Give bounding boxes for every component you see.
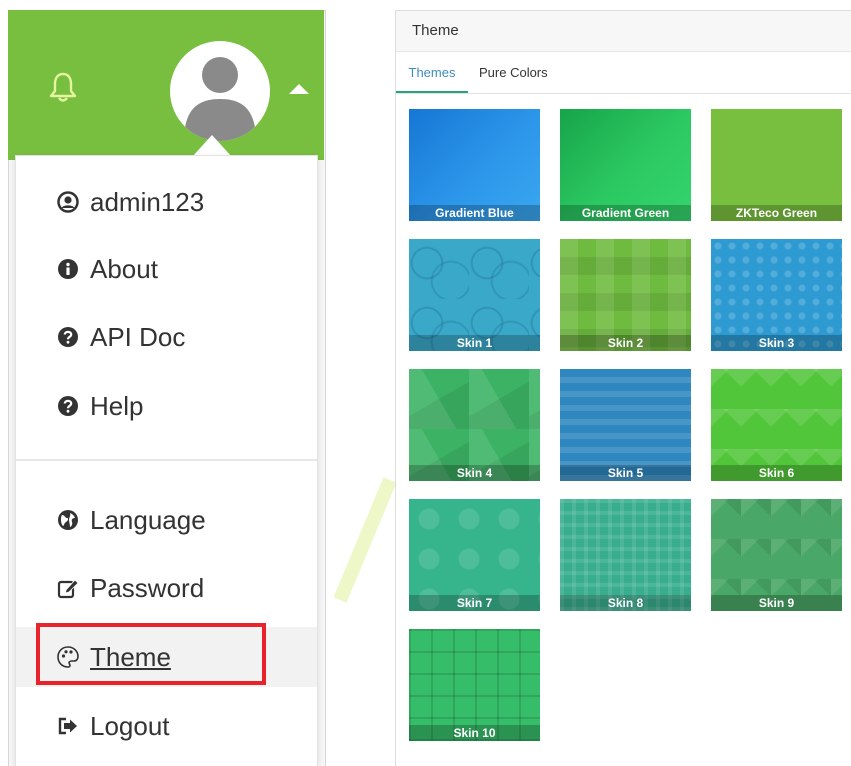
swatch-label: Skin 8 [560, 595, 691, 611]
menu-label-password: Password [90, 572, 205, 603]
watermark-decoration [333, 477, 397, 603]
caret-up-icon[interactable] [289, 84, 309, 94]
panel-title: Theme [412, 22, 459, 39]
menu-item-username[interactable]: admin123 [16, 172, 317, 232]
swatch-label: Gradient Green [560, 205, 691, 221]
question-circle-icon [56, 325, 80, 349]
theme-swatch-gradient-green[interactable]: Gradient Green [560, 109, 691, 221]
menu-item-logout[interactable]: Logout [16, 696, 317, 756]
theme-highlight-box [36, 623, 266, 685]
menu-item-password[interactable]: Password [16, 558, 317, 618]
theme-swatch-skin-6[interactable]: Skin 6 [711, 369, 842, 481]
theme-swatch-skin-10[interactable]: Skin 10 [409, 629, 540, 741]
theme-swatch-skin-7[interactable]: Skin 7 [409, 499, 540, 611]
theme-swatch-skin-2[interactable]: Skin 2 [560, 239, 691, 351]
swatch-label: Skin 9 [711, 595, 842, 611]
menu-label-help: Help [90, 390, 144, 421]
menu-item-about[interactable]: About [16, 239, 317, 299]
menu-label-api-doc: API Doc [90, 321, 186, 352]
menu-divider [16, 459, 317, 461]
question-circle-icon [56, 394, 80, 418]
menu-label-username: admin123 [90, 186, 205, 217]
menu-label-about: About [90, 253, 158, 284]
sign-out-icon [56, 714, 80, 738]
globe-icon [56, 508, 80, 532]
panel-header: Theme [396, 11, 851, 52]
theme-swatch-gradient-blue[interactable]: Gradient Blue [409, 109, 540, 221]
tab-pure-colors[interactable]: Pure Colors [479, 55, 559, 93]
swatch-label: Skin 7 [409, 595, 540, 611]
swatch-label: Skin 4 [409, 465, 540, 481]
menu-label-logout: Logout [90, 710, 170, 741]
swatch-label: Skin 2 [560, 335, 691, 351]
user-circle-icon [56, 190, 80, 214]
theme-swatch-skin-3[interactable]: Skin 3 [711, 239, 842, 351]
swatch-label: Skin 5 [560, 465, 691, 481]
theme-swatch-skin-1[interactable]: Skin 1 [409, 239, 540, 351]
theme-swatch-skin-9[interactable]: Skin 9 [711, 499, 842, 611]
tab-themes[interactable]: Themes [396, 55, 468, 93]
info-circle-icon [56, 257, 80, 281]
bell-icon[interactable] [46, 70, 80, 104]
swatch-label: Gradient Blue [409, 205, 540, 221]
theme-swatch-zkteco-green[interactable]: ZKTeco Green [711, 109, 842, 221]
swatch-label: ZKTeco Green [711, 205, 842, 221]
menu-item-help[interactable]: Help [16, 376, 317, 436]
theme-swatch-skin-8[interactable]: Skin 8 [560, 499, 691, 611]
menu-label-language: Language [90, 504, 206, 535]
avatar[interactable] [170, 41, 270, 141]
dropdown-pointer [192, 135, 232, 157]
swatch-label: Skin 10 [409, 725, 540, 741]
edit-icon [56, 576, 80, 600]
theme-tabs: Themes Pure Colors [396, 55, 851, 94]
swatch-label: Skin 3 [711, 335, 842, 351]
menu-item-api-doc[interactable]: API Doc [16, 307, 317, 367]
theme-swatch-skin-4[interactable]: Skin 4 [409, 369, 540, 481]
swatch-label: Skin 1 [409, 335, 540, 351]
swatch-label: Skin 6 [711, 465, 842, 481]
menu-item-language[interactable]: Language [16, 490, 317, 550]
theme-swatch-skin-5[interactable]: Skin 5 [560, 369, 691, 481]
